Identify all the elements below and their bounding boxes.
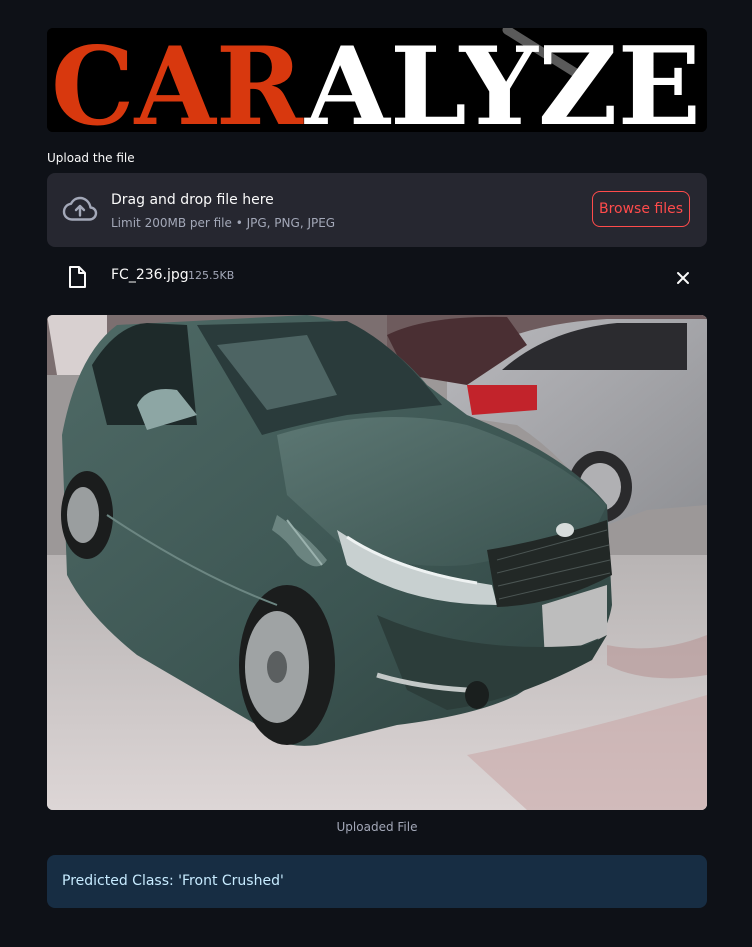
upload-label: Upload the file	[47, 151, 135, 165]
browse-files-button[interactable]: Browse files	[592, 191, 690, 227]
image-caption: Uploaded File	[336, 820, 418, 834]
close-icon[interactable]	[673, 268, 693, 288]
prediction-text: Predicted Class: 'Front Crushed'	[62, 873, 284, 889]
logo-text-car: CAR	[51, 28, 304, 132]
dropzone-subtitle: Limit 200MB per file • JPG, PNG, JPEG	[111, 216, 336, 230]
app-container: CAR ALYZE Upload the file Drag and drop …	[0, 0, 752, 947]
file-dropzone[interactable]: Drag and drop file here Limit 200MB per …	[47, 173, 707, 247]
cloud-upload-icon	[62, 196, 98, 221]
file-icon	[69, 266, 86, 288]
file-name: FC_236.jpg	[111, 267, 189, 283]
uploaded-file-row: FC_236.jpg 125.5KB	[47, 258, 707, 298]
prediction-alert: Predicted Class: 'Front Crushed'	[47, 855, 707, 908]
caralyze-logo: CAR ALYZE	[47, 28, 707, 132]
logo-text-alyze: ALYZE	[304, 28, 701, 132]
uploaded-car-image	[47, 315, 707, 810]
dropzone-title: Drag and drop file here	[111, 192, 274, 208]
file-size: 125.5KB	[188, 269, 235, 282]
